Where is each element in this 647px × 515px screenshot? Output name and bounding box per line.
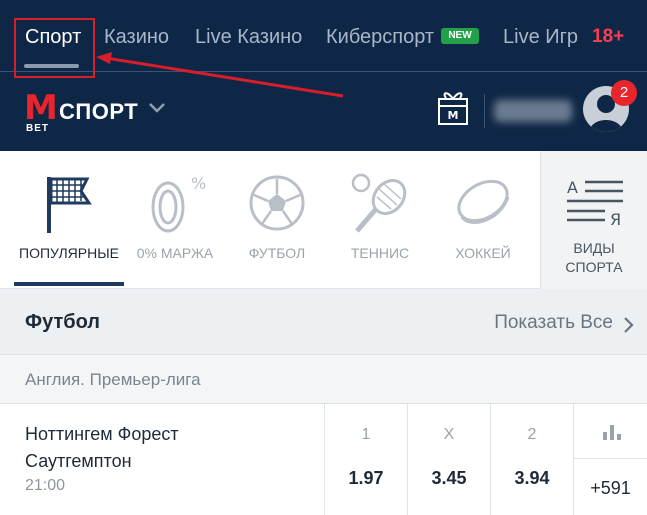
stats-bars-icon [603, 425, 621, 440]
tab-esports[interactable]: Киберспорт [326, 26, 434, 49]
chevron-down-icon[interactable] [148, 102, 166, 114]
match-row[interactable]: Ноттингем Форест Саутгемптон 21:00 1 1.9… [0, 404, 647, 515]
top-navigation: Спорт Казино Live Казино Киберспорт NEW … [0, 0, 647, 72]
active-category-indicator [14, 282, 124, 286]
account-balance[interactable] [494, 100, 572, 122]
match-stats-cell: +591 [573, 404, 647, 515]
logo-sub: BET [26, 123, 49, 134]
league-header: Англия. Премьер-лига [0, 355, 647, 404]
category-label: ПОПУЛЯРНЫЕ [19, 245, 119, 261]
alphabet-list-icon: А Я [567, 178, 623, 229]
all-sports-label: ВИДЫ СПОРТА [541, 239, 647, 277]
odd-draw[interactable]: X 3.45 [407, 404, 490, 515]
category-label: ХОККЕЙ [455, 245, 511, 261]
sports-categories: ПОПУЛЯРНЫЕ % 0% МАРЖА ФУТБОЛ ТЕННИС ХОКК… [0, 151, 647, 289]
category-tennis[interactable]: ТЕННИС [328, 151, 432, 289]
age-restriction-badge: 18+ [592, 26, 625, 47]
category-label: 0% МАРЖА [136, 245, 214, 261]
category-hockey[interactable]: ХОККЕЙ [432, 151, 534, 289]
gift-icon[interactable]: M [437, 88, 469, 126]
category-label: ТЕННИС [350, 245, 410, 261]
annotation-highlight-box [14, 18, 95, 78]
tab-casino[interactable]: Казино [104, 26, 169, 49]
header-divider [484, 94, 485, 128]
all-sports-label-line1: ВИДЫ [573, 240, 615, 256]
odd-value: 3.94 [514, 468, 550, 488]
svg-text:%: % [191, 174, 206, 193]
category-label: ФУТБОЛ [248, 245, 306, 261]
tab-live-games[interactable]: Live Игр [503, 26, 579, 49]
logo-mark: M [24, 88, 58, 128]
odd-label: 2 [527, 426, 537, 443]
notification-badge: 2 [611, 80, 637, 106]
league-name: Англия. Премьер-лига [25, 370, 201, 389]
tennis-icon [351, 173, 407, 233]
new-badge: NEW [441, 28, 479, 44]
odd-value: 1.97 [348, 468, 384, 488]
category-zero-margin[interactable]: % 0% МАРЖА [124, 151, 226, 289]
show-all-link[interactable]: Показать Все [494, 312, 613, 334]
odd-label: 1 [361, 426, 371, 443]
odd-value: 3.45 [431, 468, 467, 488]
more-markets-button[interactable]: +591 [574, 478, 647, 499]
soccer-ball-icon [249, 175, 305, 231]
all-sports-button[interactable]: А Я ВИДЫ СПОРТА [540, 151, 647, 289]
alphabet-icon-bottom: Я [610, 210, 621, 229]
odd-away-win[interactable]: 2 3.94 [490, 404, 573, 515]
away-team: Саутгемптон [25, 451, 132, 471]
zero-percent-icon: % [151, 174, 206, 233]
football-section-header: Футбол Показать Все [0, 289, 647, 355]
home-team: Ноттингем Форест [25, 424, 179, 444]
odd-home-win[interactable]: 1 1.97 [324, 404, 407, 515]
match-time: 21:00 [25, 477, 66, 494]
section-title: Футбол [25, 311, 101, 333]
svg-text:M: M [448, 109, 459, 122]
all-sports-label-line2: СПОРТА [565, 259, 623, 275]
alphabet-icon-top: А [567, 178, 578, 197]
chevron-right-icon[interactable] [623, 316, 635, 334]
stats-button[interactable] [574, 404, 647, 459]
category-football[interactable]: ФУТБОЛ [226, 151, 328, 289]
flag-icon [47, 177, 92, 233]
app-header: M BET СПОРТ M 2 [0, 72, 647, 151]
section-selector-label[interactable]: СПОРТ [59, 99, 138, 125]
odd-label: X [443, 426, 455, 443]
category-popular[interactable]: ПОПУЛЯРНЫЕ [14, 151, 124, 289]
tab-live-casino[interactable]: Live Казино [195, 26, 302, 49]
hockey-puck-icon [457, 179, 510, 224]
